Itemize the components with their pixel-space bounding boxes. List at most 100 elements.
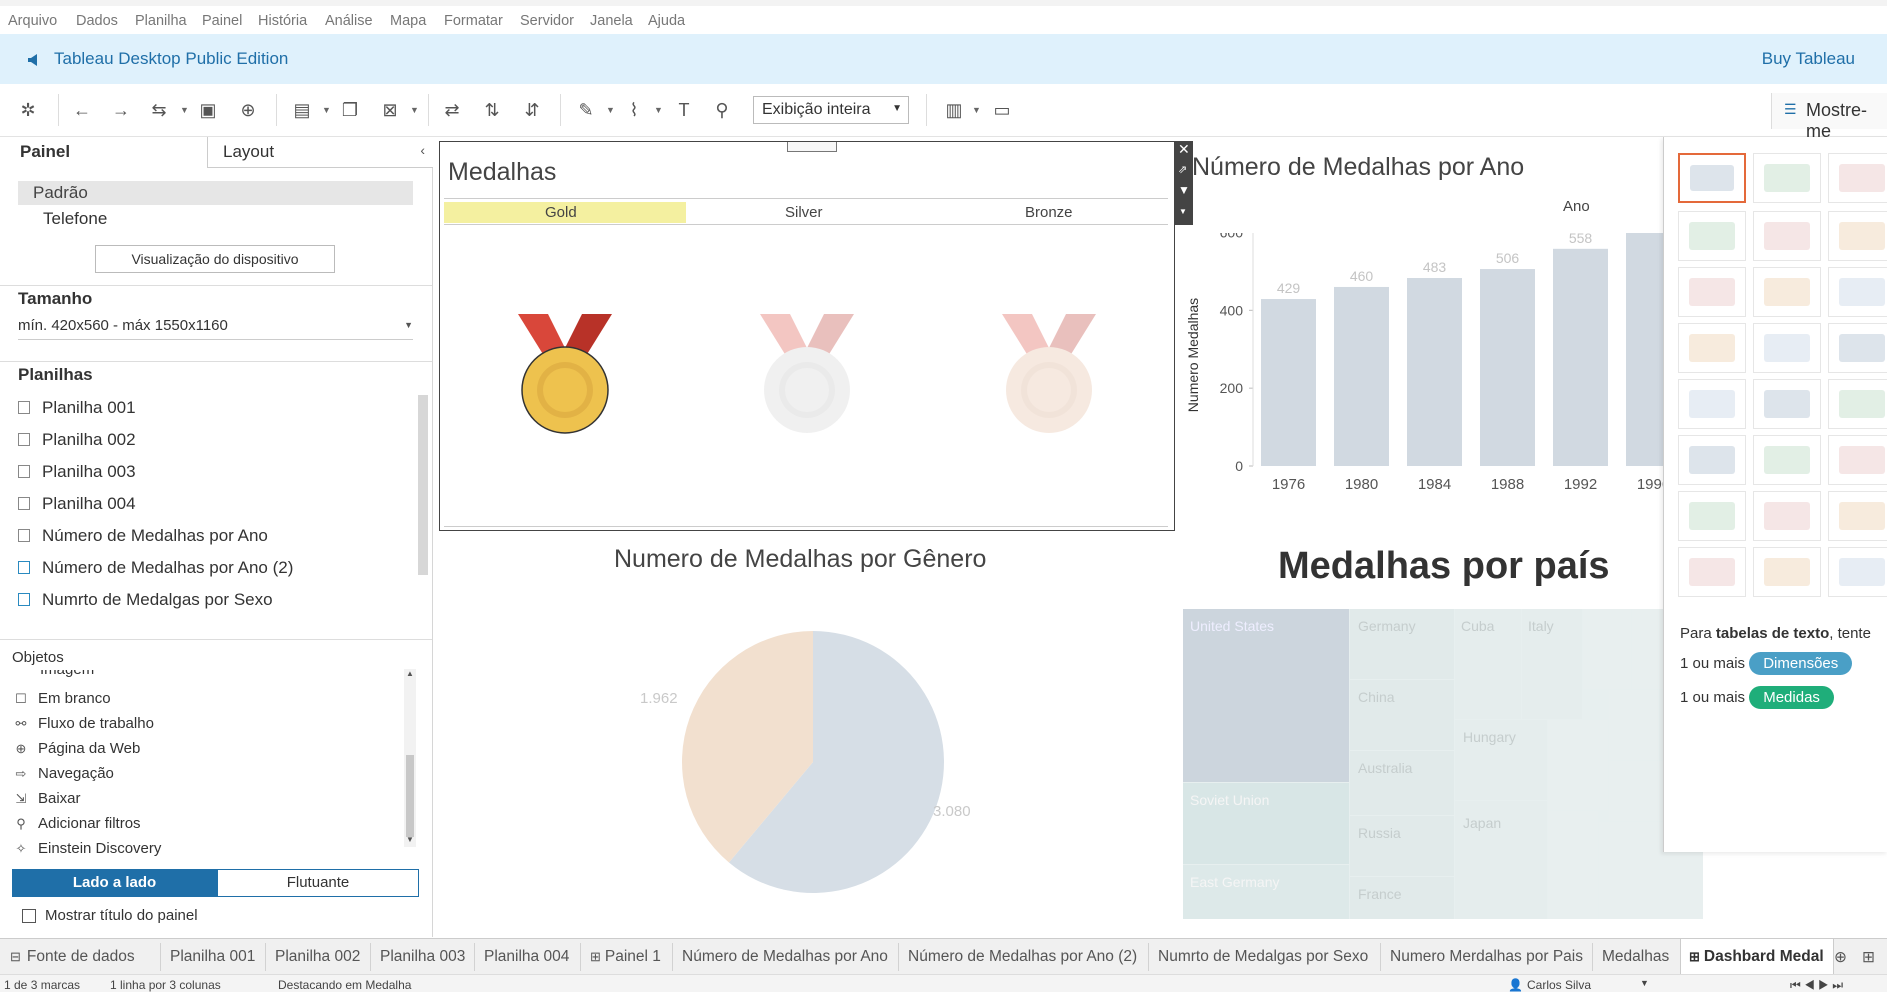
sheet-item[interactable]: Planilha 001	[18, 398, 136, 418]
treemap-cell[interactable]	[1548, 811, 1598, 919]
show-me-chart-option[interactable]	[1678, 267, 1746, 317]
treemap-cell[interactable]	[1583, 609, 1631, 689]
size-select[interactable]: mín. 420x560 - máx 1550x1160 ▼	[18, 317, 413, 340]
close-icon[interactable]: ✕	[1178, 141, 1190, 158]
tiled-button[interactable]: Lado a lado	[12, 869, 217, 897]
attach-icon[interactable]: ⌇	[622, 98, 646, 122]
clear-sheet-icon[interactable]: ⊠	[378, 98, 402, 122]
sort-descending-icon[interactable]: ⇵	[520, 98, 544, 122]
show-me-chart-option[interactable]	[1753, 323, 1821, 373]
show-me-chart-option[interactable]	[1828, 211, 1887, 261]
presentation-layout-icon[interactable]: ▥	[942, 98, 966, 122]
new-dashboard-tab-icon[interactable]: ⊞	[1862, 948, 1875, 967]
show-me-chart-option[interactable]	[1678, 547, 1746, 597]
sheet-item[interactable]: Número de Medalhas por Ano (2)	[18, 558, 293, 578]
treemap-cell-china[interactable]: China	[1350, 680, 1454, 750]
show-me-chart-option[interactable]	[1828, 547, 1887, 597]
show-me-chart-option[interactable]	[1753, 267, 1821, 317]
device-padrao[interactable]: Padrão	[18, 181, 413, 205]
swap-icon[interactable]: ⇆	[147, 98, 171, 122]
show-me-chart-option[interactable]	[1753, 547, 1821, 597]
object-blank[interactable]: ☐ Em branco	[14, 690, 110, 707]
object-workflow[interactable]: ⚯ Fluxo de trabalho	[14, 715, 154, 732]
menu-analise[interactable]: Análise	[325, 13, 373, 29]
show-me-chart-option[interactable]	[1753, 211, 1821, 261]
highlight-icon[interactable]: ✎	[574, 98, 598, 122]
show-me-chart-option[interactable]	[1678, 153, 1746, 203]
menu-painel[interactable]: Painel	[202, 13, 242, 29]
chevron-down-icon[interactable]: ▼	[1640, 978, 1649, 988]
treemap-cell-italy[interactable]: Italy	[1522, 609, 1582, 719]
clear-dropdown-icon[interactable]: ▼	[410, 98, 419, 122]
tab-sheet[interactable]: Planilha 002	[275, 948, 360, 966]
object-einstein[interactable]: ✧ Einstein Discovery	[14, 840, 162, 857]
pin-icon[interactable]: ⚲	[710, 98, 734, 122]
show-me-chart-option[interactable]	[1828, 267, 1887, 317]
show-me-chart-option[interactable]	[1753, 379, 1821, 429]
treemap-cell-germany[interactable]: Germany	[1350, 609, 1454, 679]
buy-tableau-link[interactable]: Buy Tableau	[1762, 49, 1855, 69]
presentation-dropdown-icon[interactable]: ▼	[972, 98, 981, 122]
save-icon[interactable]: ▣	[196, 98, 220, 122]
sheets-scrollbar[interactable]	[418, 395, 428, 575]
show-me-chart-option[interactable]	[1828, 153, 1887, 203]
show-me-chart-option[interactable]	[1828, 323, 1887, 373]
show-me-chart-option[interactable]	[1828, 379, 1887, 429]
swap-rows-columns-icon[interactable]: ⇄	[440, 98, 464, 122]
redo-icon[interactable]: →	[109, 98, 133, 122]
object-download[interactable]: ⇲ Baixar	[14, 790, 81, 807]
tab-dashboard-active[interactable]: ⊞ Dashbard Medal	[1680, 939, 1834, 975]
tab-sheet[interactable]: Planilha 001	[170, 948, 255, 966]
go-to-sheet-icon[interactable]: ⇗	[1178, 163, 1187, 176]
tab-dashboard[interactable]: ⊞ Painel 1	[590, 948, 661, 966]
show-me-chart-option[interactable]	[1828, 435, 1887, 485]
text-label-icon[interactable]: T	[672, 98, 696, 122]
new-sheet-icon[interactable]: ▤	[290, 98, 314, 122]
show-me-chart-option[interactable]	[1753, 153, 1821, 203]
treemap[interactable]: United States Soviet Union East Germany …	[1183, 609, 1703, 919]
menu-formatar[interactable]: Formatar	[444, 13, 503, 29]
tab-sheet[interactable]: Planilha 003	[380, 948, 465, 966]
bar[interactable]	[1334, 286, 1389, 466]
status-user[interactable]: Carlos Silva	[1527, 978, 1591, 992]
header-silver[interactable]: Silver	[785, 204, 823, 221]
bar[interactable]	[1261, 299, 1316, 466]
show-title-checkbox[interactable]	[22, 909, 36, 923]
show-me-chart-option[interactable]	[1753, 435, 1821, 485]
sheet-item[interactable]: Número de Medalhas por Ano	[18, 526, 268, 546]
pie-chart[interactable]	[653, 617, 973, 937]
menu-janela[interactable]: Janela	[590, 13, 633, 29]
treemap-cell[interactable]	[1548, 720, 1608, 810]
view-mode-select[interactable]: Exibição inteira ▼	[753, 96, 909, 124]
treemap-cell-cuba[interactable]: Cuba	[1455, 609, 1521, 719]
treemap-cell-hungary[interactable]: Hungary	[1455, 720, 1547, 800]
show-me-chart-option[interactable]	[1678, 491, 1746, 541]
treemap-cell-australia[interactable]: Australia	[1350, 751, 1454, 815]
show-me-chart-option[interactable]	[1678, 211, 1746, 261]
bar-chart[interactable]: 0 200 400 600 429 1976 460 1980 483 1984 506 1988 55…	[1203, 233, 1666, 533]
treemap-cell-east-germany[interactable]: East Germany	[1183, 865, 1349, 919]
gold-medal-icon[interactable]	[510, 312, 620, 442]
bar[interactable]	[1407, 278, 1462, 466]
show-me-button[interactable]: ☰ Mostre-me	[1771, 93, 1887, 141]
bronze-medal-icon[interactable]	[994, 312, 1104, 442]
more-options-icon[interactable]: ▼	[1179, 207, 1187, 216]
sheet-item[interactable]: Planilha 004	[18, 494, 136, 514]
bar[interactable]	[1480, 269, 1535, 466]
show-me-chart-option[interactable]	[1678, 379, 1746, 429]
tab-sheet[interactable]: Medalhas	[1602, 948, 1669, 966]
menu-arquivo[interactable]: Arquivo	[8, 13, 57, 29]
header-gold[interactable]: Gold	[545, 204, 577, 221]
new-worksheet-tab-icon[interactable]: ⊕	[1834, 948, 1847, 967]
attach-dropdown-icon[interactable]: ▼	[654, 98, 663, 122]
tab-sheet[interactable]: Planilha 004	[484, 948, 569, 966]
tab-painel[interactable]: Painel	[0, 137, 207, 169]
treemap-cell-japan[interactable]: Japan	[1455, 801, 1547, 919]
bar[interactable]	[1626, 233, 1666, 466]
device-telefone[interactable]: Telefone	[43, 209, 107, 229]
treemap-cell-soviet-union[interactable]: Soviet Union	[1183, 783, 1349, 864]
highlight-dropdown-icon[interactable]: ▼	[606, 98, 615, 122]
show-me-chart-option[interactable]	[1678, 323, 1746, 373]
move-handle-icon[interactable]	[787, 142, 837, 152]
bar[interactable]	[1553, 248, 1608, 466]
